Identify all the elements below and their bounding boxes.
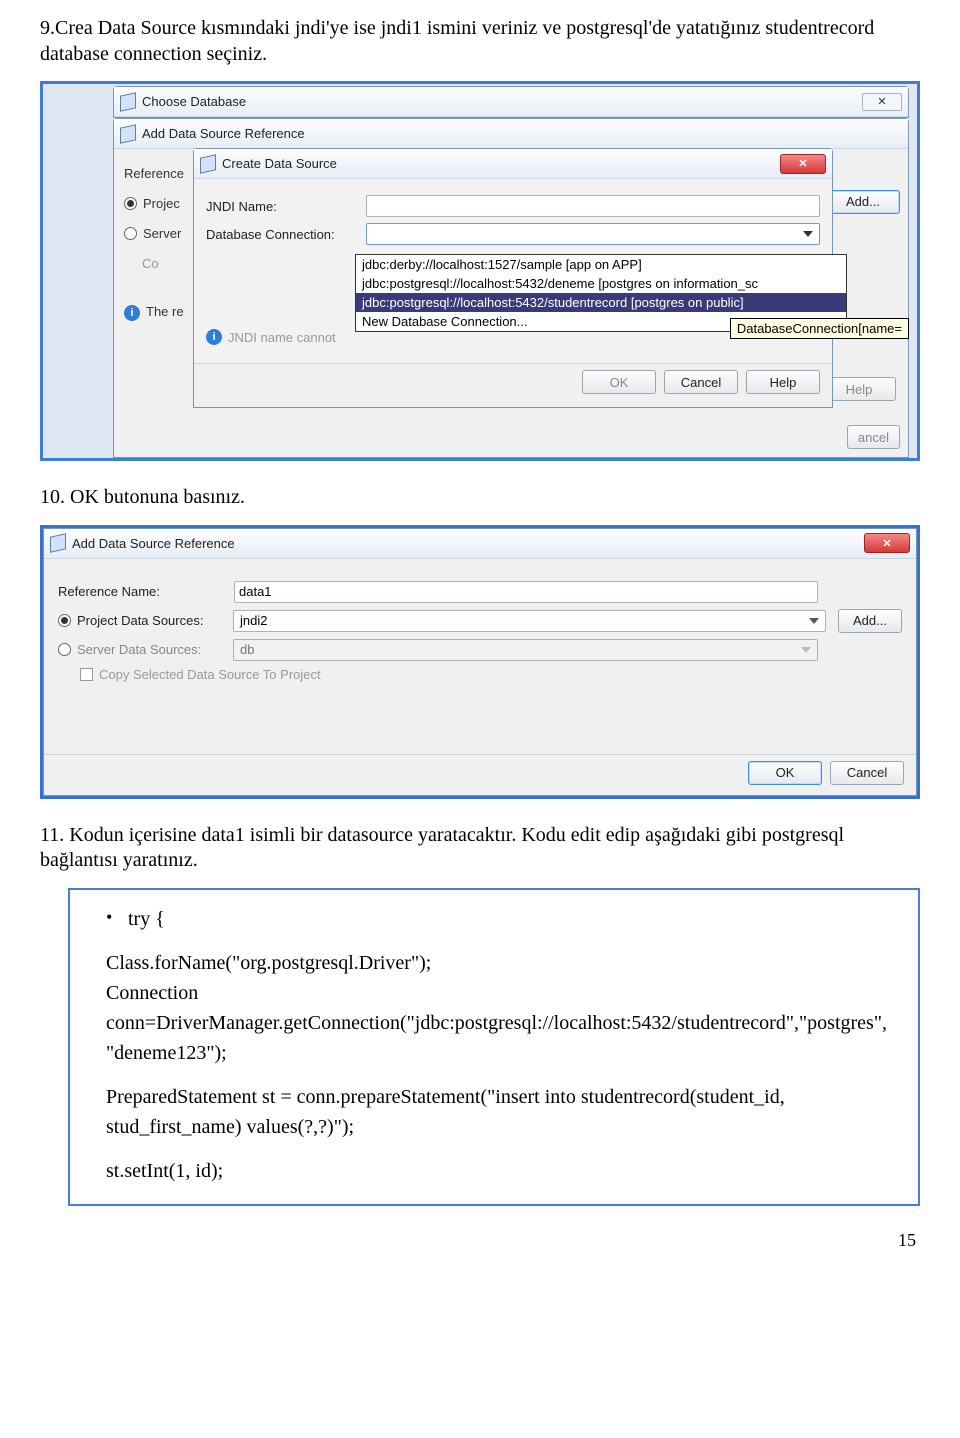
label-server-ds: Server Data Sources: [77, 642, 233, 657]
db-icon [120, 94, 136, 110]
project-ds-combo[interactable]: jndi2 [233, 610, 826, 632]
reference-name-input[interactable]: data1 [234, 581, 818, 603]
help-button-bg2[interactable]: Help [822, 377, 896, 401]
chevron-down-icon [809, 618, 819, 624]
info-icon: i [124, 305, 140, 321]
label-the-r: The re [146, 304, 184, 319]
code-line: conn=DriverManager.getConnection("jdbc:p… [106, 1008, 898, 1068]
project-ds-value: jndi2 [240, 613, 267, 628]
jndi-msg: JNDI name cannot [228, 330, 336, 345]
screenshot-create-data-source: Choose Database ✕ Add Data Source Refere… [40, 81, 920, 461]
title-choose-database: Choose Database [142, 94, 246, 109]
label-project-ds: Project Data Sources: [77, 613, 233, 628]
chevron-down-icon [801, 647, 811, 653]
db-icon [50, 535, 66, 551]
server-ds-combo: db [233, 639, 818, 661]
cancel-button[interactable]: Cancel [664, 370, 738, 394]
jndi-name-input[interactable] [366, 195, 820, 217]
label-co: Co [142, 249, 184, 279]
ok-button[interactable]: OK [582, 370, 656, 394]
tooltip: DatabaseConnection[name= [730, 318, 909, 339]
radio-server-ds[interactable] [58, 643, 71, 656]
doc-para-10: 10. OK butonuna basınız. [40, 485, 920, 511]
title-create-ds: Create Data Source [222, 156, 337, 171]
radio-projec[interactable] [124, 197, 137, 210]
title-add-dsr: Add Data Source Reference [72, 536, 235, 551]
db-connection-combo[interactable] [366, 223, 820, 245]
add-button[interactable]: Add... [838, 609, 902, 633]
label-server: Server [143, 226, 181, 241]
radio-project-ds[interactable] [58, 614, 71, 627]
dropdown-option[interactable]: jdbc:postgresql://localhost:5432/deneme … [356, 274, 846, 293]
title-add-dsr-bg: Add Data Source Reference [142, 126, 305, 141]
screenshot-add-datasource-ref: Add Data Source Reference ✕ Reference Na… [40, 525, 920, 799]
label-jndi-name: JNDI Name: [206, 199, 366, 214]
cancel-button[interactable]: Cancel [830, 761, 904, 785]
info-icon: i [206, 329, 222, 345]
label-reference: Reference [124, 159, 184, 189]
label-reference-name: Reference Name: [58, 584, 234, 599]
copy-checkbox [80, 668, 93, 681]
dropdown-option[interactable]: jdbc:derby://localhost:1527/sample [app … [356, 255, 846, 274]
server-ds-value: db [240, 642, 254, 657]
label-db-connection: Database Connection: [206, 227, 366, 242]
dropdown-option-selected[interactable]: jdbc:postgresql://localhost:5432/student… [356, 293, 846, 312]
code-box: try { Class.forName("org.postgresql.Driv… [68, 888, 920, 1206]
label-projec: Projec [143, 196, 180, 211]
code-line: try { [128, 904, 898, 934]
add-button-bg[interactable]: Add... [826, 190, 900, 214]
doc-para-9: 9.Crea Data Source kısmındaki jndi'ye is… [40, 16, 920, 67]
ok-button[interactable]: OK [748, 761, 822, 785]
close-icon[interactable]: ✕ [780, 154, 826, 174]
db-icon [200, 156, 216, 172]
code-line: st.setInt(1, id); [106, 1156, 898, 1186]
chevron-down-icon [803, 231, 813, 237]
ancel-button[interactable]: ancel [847, 425, 900, 449]
db-icon [120, 126, 136, 142]
window-choose-database: Choose Database ✕ [113, 86, 909, 118]
code-line: Connection [106, 978, 898, 1008]
radio-server[interactable] [124, 227, 137, 240]
close-icon[interactable]: ✕ [862, 93, 902, 111]
code-line: PreparedStatement st = conn.prepareState… [106, 1082, 898, 1142]
code-line: Class.forName("org.postgresql.Driver"); [106, 948, 898, 978]
label-copy-ds: Copy Selected Data Source To Project [99, 667, 321, 682]
doc-para-11: 11. Kodun içerisine data1 isimli bir dat… [40, 823, 920, 874]
page-number: 15 [40, 1230, 916, 1251]
close-icon[interactable]: ✕ [864, 533, 910, 553]
help-button[interactable]: Help [746, 370, 820, 394]
